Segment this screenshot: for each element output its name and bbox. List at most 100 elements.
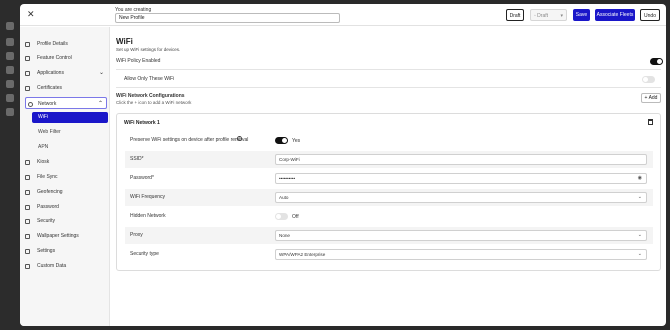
- chevron-down-icon: ⌄: [637, 194, 642, 200]
- app-nav-icon[interactable]: [6, 108, 14, 116]
- proxy-row: Proxy None ⌄: [125, 227, 653, 244]
- wifi-configs-title: WiFi Network Configurations: [116, 93, 185, 99]
- wifi-settings-panel: WiFi Set up WiFi settings for devices. W…: [110, 27, 666, 326]
- preserve-label: Preserve WiFi settings on device after p…: [130, 137, 249, 143]
- nav-wallpaper-settings[interactable]: Wallpaper Settings: [25, 230, 107, 242]
- chevron-down-icon: ⌄: [637, 251, 642, 257]
- certificate-icon: [25, 86, 30, 91]
- frequency-row: WiFi Frequency Auto ⌄: [125, 189, 653, 206]
- nav-custom-data[interactable]: Custom Data: [25, 260, 107, 272]
- nav-security[interactable]: Security: [25, 215, 107, 227]
- frequency-value: Auto: [279, 195, 289, 200]
- nav-label: File Sync: [37, 174, 58, 180]
- app-nav-icon[interactable]: [6, 80, 14, 88]
- wifi-policy-toggle[interactable]: [650, 58, 663, 65]
- status-select[interactable]: ◦ Draft ▾: [530, 9, 567, 21]
- file-sync-icon: [25, 175, 30, 180]
- wifi-configs-hint: Click the + icon to add a WiFi network: [116, 100, 192, 105]
- wifi-policy-label: WiFi Policy Enabled: [116, 58, 161, 64]
- app-sidebar: [0, 0, 20, 330]
- chevron-down-icon: ▾: [560, 13, 563, 19]
- app-nav-icon[interactable]: [6, 22, 14, 30]
- nav-sub-web-filter[interactable]: Web Filter: [32, 127, 108, 138]
- apps-icon: [25, 71, 30, 76]
- nav-kiosk[interactable]: Kiosk: [25, 156, 107, 168]
- frequency-select[interactable]: Auto ⌄: [275, 192, 647, 203]
- ssid-input[interactable]: Corp-WiFi: [275, 154, 647, 165]
- nav-label: Kiosk: [37, 159, 50, 165]
- nav-label: Security: [37, 218, 56, 224]
- app-nav-icon[interactable]: [6, 94, 14, 102]
- undo-button[interactable]: Undo: [640, 9, 660, 21]
- close-icon[interactable]: ✕: [27, 10, 35, 19]
- chevron-up-icon: ⌃: [97, 101, 103, 107]
- eye-icon[interactable]: ◉: [638, 174, 642, 183]
- allow-only-these-label: Allow Only These WiFi: [124, 76, 175, 82]
- preserve-toggle[interactable]: [275, 137, 288, 144]
- password-label: Password*: [130, 175, 154, 181]
- sliders-icon: [25, 56, 30, 61]
- nav-label: Feature Control: [37, 55, 72, 61]
- proxy-select[interactable]: None ⌄: [275, 230, 647, 241]
- wifi-network-title: WiFi Network 1: [124, 120, 160, 126]
- security-type-select[interactable]: WPA/WPA2 Enterprise ⌄: [275, 249, 647, 260]
- nav-label: Wallpaper Settings: [37, 233, 79, 239]
- frequency-label: WiFi Frequency: [130, 194, 166, 200]
- nav-password[interactable]: Password: [25, 201, 107, 213]
- chevron-down-icon: ⌄: [637, 232, 642, 238]
- nav-label: Geofencing: [37, 189, 63, 195]
- database-icon: [25, 264, 30, 269]
- chevron-down-icon: ⌄: [98, 70, 104, 76]
- security-type-value: WPA/WPA2 Enterprise: [279, 252, 326, 257]
- nav-label: Profile Details: [37, 41, 68, 47]
- nav-sub-wifi[interactable]: WiFi: [32, 112, 108, 123]
- password-row: Password* •••••••••• ◉: [125, 170, 653, 187]
- trash-icon[interactable]: [648, 119, 653, 125]
- nav-geofencing[interactable]: Geofencing: [25, 186, 107, 198]
- nav-label: Certificates: [37, 85, 63, 91]
- preserve-state: Yes: [292, 138, 301, 144]
- page-subtitle: Set up WiFi settings for devices.: [116, 47, 181, 52]
- editor-topbar: ✕ You are creating New Profile Draft ◦ D…: [20, 4, 666, 26]
- security-type-label: Security type: [130, 251, 159, 257]
- associate-fleets-button[interactable]: Associate Fleets: [595, 9, 635, 21]
- nav-sub-apn[interactable]: APN: [32, 142, 108, 153]
- profile-name-input[interactable]: New Profile: [115, 13, 340, 23]
- hidden-network-toggle[interactable]: [275, 213, 288, 220]
- nav-network[interactable]: Network ⌃: [25, 97, 107, 109]
- app-nav-icon[interactable]: [6, 52, 14, 60]
- hidden-network-state: Off: [292, 214, 299, 220]
- nav-certificates[interactable]: Certificates: [25, 82, 107, 94]
- allow-only-these-toggle[interactable]: [642, 76, 655, 83]
- security-type-row: Security type WPA/WPA2 Enterprise ⌄: [125, 246, 653, 263]
- save-button[interactable]: Save: [573, 9, 590, 21]
- password-input[interactable]: •••••••••• ◉: [275, 173, 647, 184]
- status-value: Draft: [537, 13, 549, 19]
- key-icon: [25, 205, 30, 210]
- app-nav-icon[interactable]: [6, 66, 14, 74]
- gear-icon: [25, 249, 30, 254]
- nav-file-sync[interactable]: File Sync: [25, 171, 107, 183]
- map-pin-icon: [25, 190, 30, 195]
- nav-profile-details[interactable]: Profile Details: [25, 38, 107, 50]
- password-value: ••••••••••: [279, 176, 296, 181]
- image-icon: [25, 234, 30, 239]
- nav-label: Applications: [37, 70, 64, 76]
- shield-icon: [25, 219, 30, 224]
- nav-feature-control[interactable]: Feature Control: [25, 52, 107, 64]
- draft-button[interactable]: Draft: [506, 9, 524, 21]
- nav-label: Settings: [37, 248, 56, 254]
- nav-label: Network: [38, 101, 57, 107]
- add-wifi-network-button[interactable]: + Add: [641, 93, 661, 103]
- nav-settings[interactable]: Settings: [25, 245, 107, 257]
- hidden-network-row: Hidden Network Off: [125, 208, 653, 225]
- nav-applications[interactable]: Applications ⌄: [25, 67, 107, 79]
- app-nav-icon[interactable]: [6, 38, 14, 46]
- proxy-value: None: [279, 233, 290, 238]
- info-icon[interactable]: i: [237, 136, 242, 141]
- profile-icon: [25, 42, 30, 47]
- nav-label: Password: [37, 204, 59, 210]
- globe-icon: [28, 102, 33, 107]
- wifi-network-card: WiFi Network 1 Preserve WiFi settings on…: [116, 113, 661, 271]
- divider: [116, 69, 661, 70]
